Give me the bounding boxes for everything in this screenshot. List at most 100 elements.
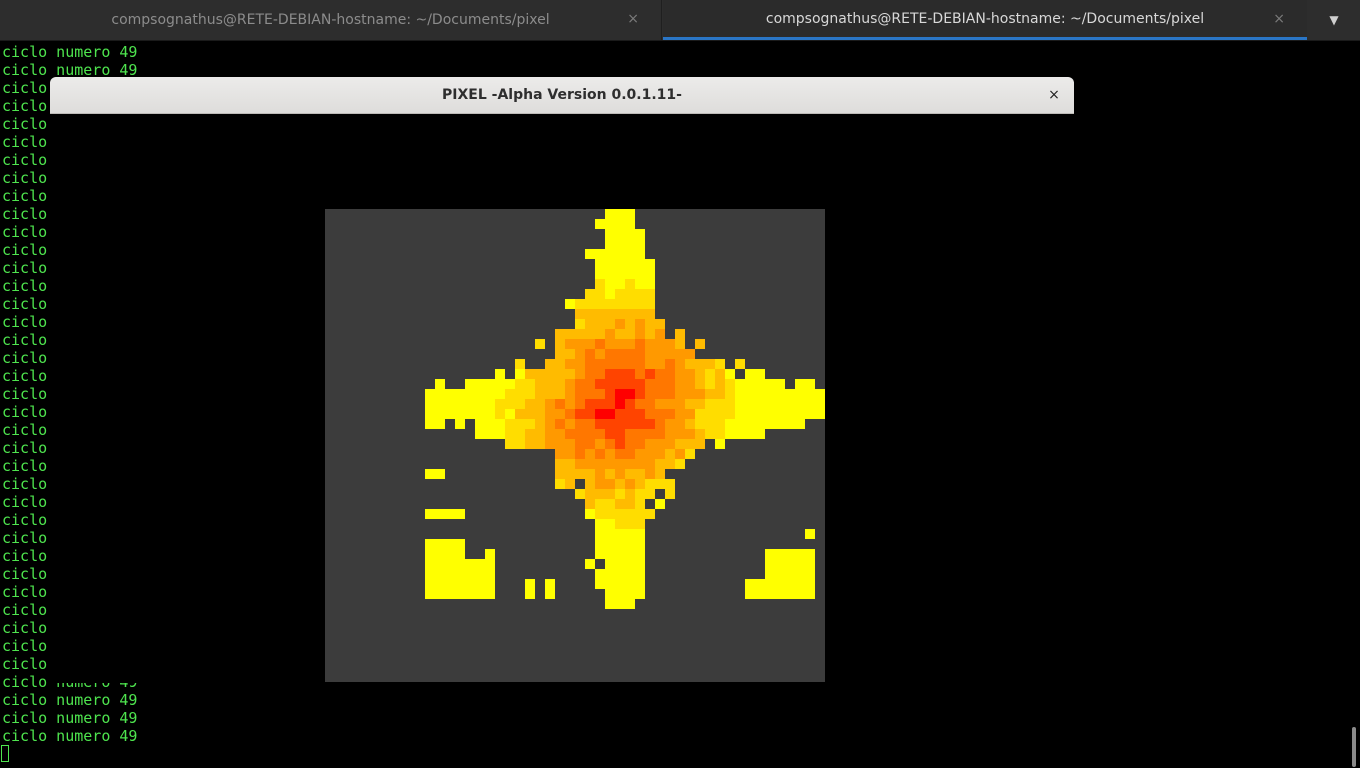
pixel-cell [635, 569, 645, 579]
terminal-cursor [1, 745, 9, 762]
pixel-cell [635, 249, 645, 259]
pixel-cell [495, 369, 505, 379]
pixel-cell [665, 379, 675, 389]
pixel-cell [665, 439, 675, 449]
pixel-cell [425, 539, 465, 599]
pixel-cell [595, 539, 605, 549]
pixel-cell [575, 469, 585, 479]
pixel-cell [495, 389, 505, 399]
scroll-thumb[interactable] [1352, 727, 1356, 767]
pixel-cell [615, 559, 625, 569]
pixel-cell [625, 369, 635, 379]
pixel-cell [645, 319, 655, 329]
pixel-cell [495, 379, 505, 389]
close-icon[interactable]: × [1044, 85, 1064, 105]
pixel-cell [585, 439, 595, 449]
terminal-line: ciclo [2, 439, 48, 457]
pixel-cell [635, 309, 645, 319]
pixel-canvas[interactable] [325, 209, 825, 682]
pixel-cell [625, 329, 635, 339]
pixel-cell [755, 399, 765, 409]
tab-menu-button[interactable]: ▼ [1308, 0, 1360, 40]
pixel-cell [685, 349, 695, 359]
pixel-cell [595, 439, 605, 449]
pixel-cell [785, 419, 795, 429]
pixel-cell [635, 579, 645, 589]
pixel-cell [565, 399, 575, 409]
pixel-cell [625, 559, 635, 569]
pixel-cell [635, 289, 645, 299]
pixel-cell [565, 299, 575, 309]
pixel-cell [505, 379, 515, 389]
terminal-line: ciclo [2, 601, 48, 619]
pixel-cell [665, 399, 675, 409]
close-icon[interactable]: × [627, 11, 639, 27]
pixel-cell [615, 299, 625, 309]
pixel-cell [655, 469, 665, 479]
pixel-cell [495, 399, 505, 409]
pixel-cell [705, 419, 715, 429]
pixel-cell [635, 239, 645, 249]
pixel-cell [605, 529, 615, 539]
pixel-cell [575, 449, 585, 459]
pixel-cell [715, 409, 725, 419]
pixel-cell [625, 589, 635, 599]
pixel-cell [635, 319, 645, 329]
pixel-cell [625, 219, 635, 229]
pixel-cell [745, 419, 755, 429]
pixel-cell [505, 389, 515, 399]
pixel-cell [625, 449, 635, 459]
pixel-cell [655, 499, 665, 509]
pixel-cell [565, 479, 575, 489]
terminal-line: ciclo [2, 619, 48, 637]
pixel-cell [585, 489, 595, 499]
pixel-cell [615, 419, 625, 429]
pixel-cell [695, 369, 705, 379]
pixel-cell [595, 489, 605, 499]
pixel-cell [605, 509, 615, 519]
pixel-cell [635, 469, 645, 479]
pixel-cell [595, 389, 605, 399]
scrollbar[interactable] [1348, 41, 1360, 768]
pixel-cell [535, 399, 545, 409]
pixel-cell [645, 399, 655, 409]
pixel-cell [465, 379, 475, 389]
pixel-cell [745, 369, 755, 379]
pixel-cell [615, 429, 625, 439]
pixel-cell [625, 519, 635, 529]
pixel-cell [715, 429, 725, 439]
terminal-tab-1[interactable]: compsognathus@RETE-DEBIAN-hostname: ~/Do… [0, 0, 662, 40]
pixel-cell [755, 379, 765, 389]
pixel-cell [625, 349, 635, 359]
pixel-cell [625, 509, 635, 519]
pixel-cell [495, 429, 505, 439]
pixel-cell [675, 359, 685, 369]
pixel-cell [745, 389, 755, 399]
pixel-cell [475, 389, 485, 399]
pixel-cell [535, 429, 545, 439]
pixel-cell [675, 349, 685, 359]
pixel-cell [675, 329, 685, 339]
pixel-cell [625, 429, 635, 439]
pixel-cell [635, 449, 645, 459]
pixel-cell [525, 409, 535, 419]
pixel-cell [455, 399, 465, 409]
pixel-cell [525, 389, 535, 399]
pixel-cell [525, 399, 535, 409]
close-icon[interactable]: × [1273, 11, 1285, 27]
pixel-cell [735, 409, 745, 419]
pixel-cell [615, 269, 625, 279]
pixel-cell [585, 449, 595, 459]
terminal-line: ciclo numero 49 [2, 727, 138, 745]
pixel-cell [575, 329, 585, 339]
pixel-cell [655, 319, 665, 329]
pixel-cell [615, 519, 625, 529]
pixel-cell [625, 399, 635, 409]
terminal-line: ciclo [2, 115, 48, 133]
pixel-cell [645, 349, 655, 359]
terminal-tab-2[interactable]: compsognathus@RETE-DEBIAN-hostname: ~/Do… [663, 0, 1307, 40]
pixel-cell [465, 389, 475, 399]
window-titlebar[interactable]: PIXEL -Alpha Version 0.0.1.11- × [50, 77, 1074, 114]
pixel-cell [625, 459, 635, 469]
pixel-cell [655, 379, 665, 389]
